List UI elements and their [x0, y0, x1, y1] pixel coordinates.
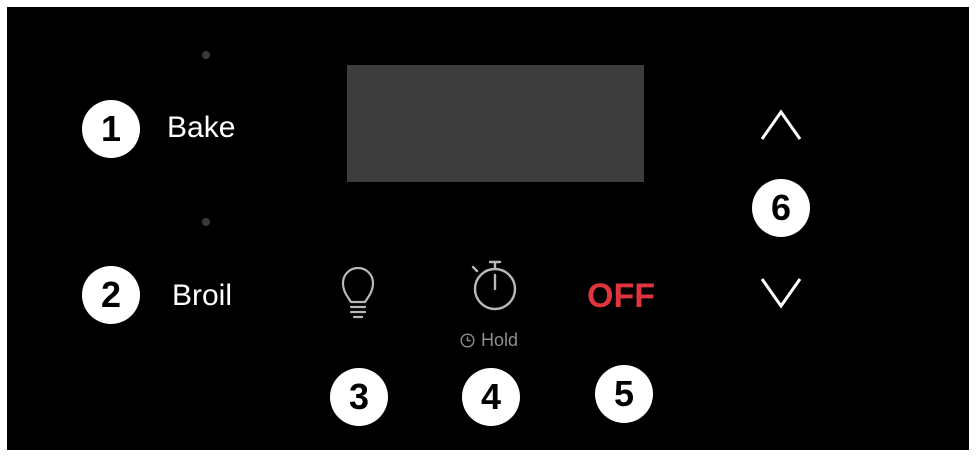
broil-button[interactable]: Broil: [172, 279, 232, 313]
button-number-badge-2: 2: [82, 266, 140, 324]
timer-button[interactable]: [465, 259, 519, 311]
chevron-down-icon: [760, 278, 802, 309]
button-number-badge-4: 4: [462, 368, 520, 426]
button-number-badge-5: 5: [595, 365, 653, 423]
bake-indicator-light: [202, 51, 210, 59]
hold-label-row: Hold: [460, 330, 518, 350]
button-number-badge-1: 1: [82, 100, 140, 158]
button-number-badge-6: 6: [752, 179, 810, 237]
oven-control-panel: 1 Bake 2 Broil 3 Hold 4 OFF 5 6: [7, 7, 969, 450]
up-arrow-button[interactable]: [759, 107, 803, 143]
button-number-badge-3: 3: [330, 368, 388, 426]
down-arrow-button[interactable]: [759, 275, 803, 311]
stopwatch-icon: [471, 260, 517, 311]
chevron-up-icon: [760, 109, 802, 140]
display-screen: [347, 65, 644, 182]
clock-icon: [460, 332, 475, 348]
light-button[interactable]: [339, 263, 377, 323]
lightbulb-icon: [341, 266, 375, 319]
hold-label: Hold: [481, 330, 519, 350]
bake-button[interactable]: Bake: [167, 111, 235, 145]
broil-indicator-light: [202, 218, 210, 226]
off-button[interactable]: OFF: [587, 279, 655, 313]
